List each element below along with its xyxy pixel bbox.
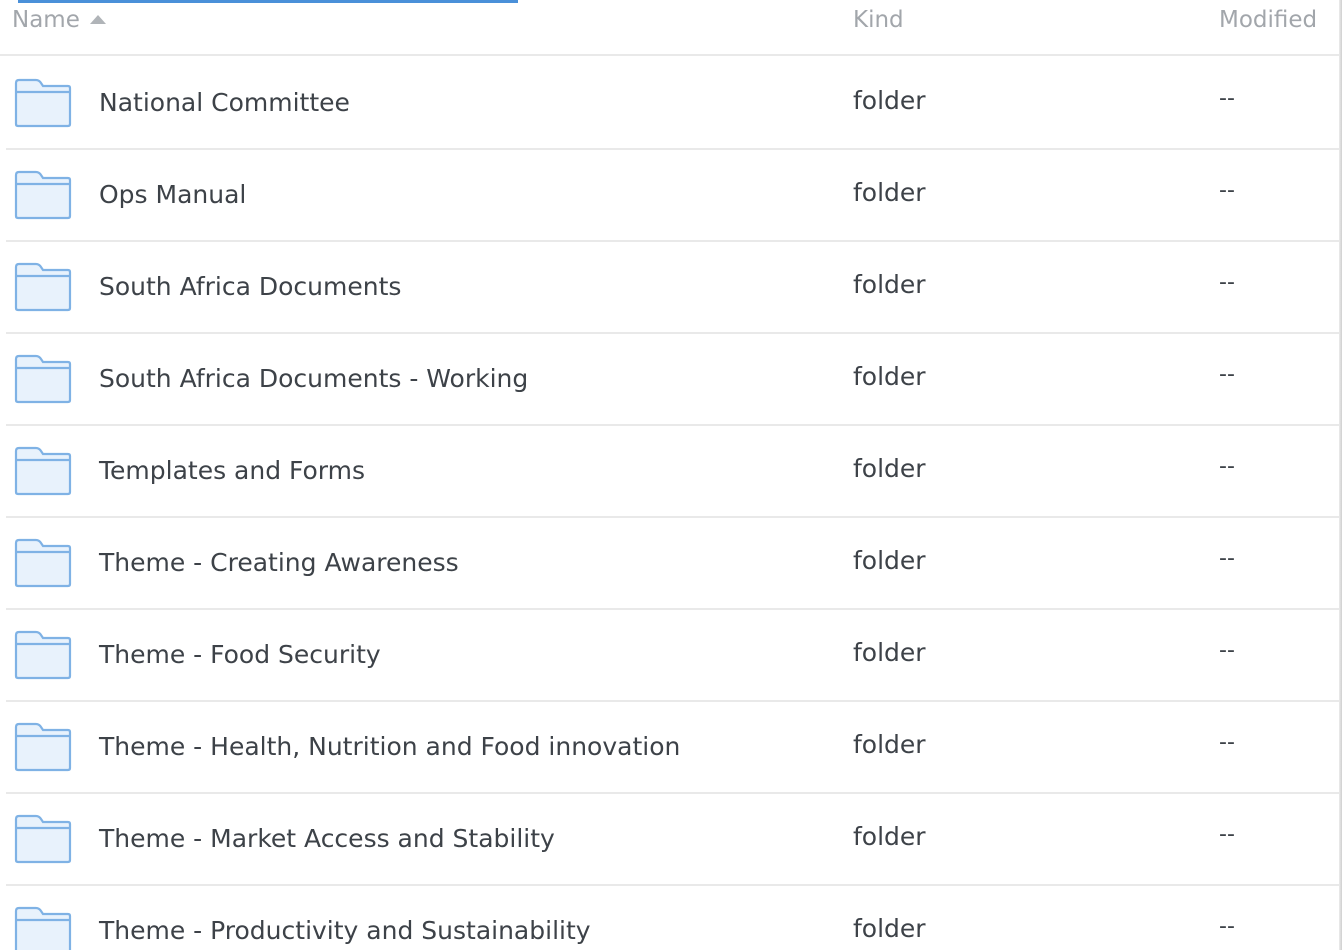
- row-kind: folder: [853, 362, 926, 391]
- row-kind: folder: [853, 730, 926, 759]
- table-row[interactable]: Theme - Health, Nutrition and Food innov…: [6, 702, 1339, 794]
- row-kind: folder: [853, 454, 926, 483]
- column-header-name-label: Name: [12, 7, 80, 33]
- folder-icon: [14, 354, 72, 404]
- folder-icon: [14, 78, 72, 128]
- table-row[interactable]: Theme - Creating Awareness folder --: [6, 518, 1339, 610]
- row-kind: folder: [853, 86, 926, 115]
- row-modified: --: [1219, 454, 1235, 479]
- row-kind: folder: [853, 914, 926, 943]
- table-row[interactable]: Theme - Market Access and Stability fold…: [6, 794, 1339, 886]
- table-row[interactable]: Templates and Forms folder --: [6, 426, 1339, 518]
- row-modified: --: [1219, 270, 1235, 295]
- column-header-kind[interactable]: Kind: [853, 6, 904, 34]
- row-name[interactable]: South Africa Documents: [99, 272, 401, 301]
- row-modified: --: [1219, 86, 1235, 111]
- folder-icon: [14, 814, 72, 864]
- table-row[interactable]: South Africa Documents folder --: [6, 242, 1339, 334]
- folder-icon: [14, 262, 72, 312]
- column-header-bar: Name Kind Modified: [0, 0, 1339, 56]
- row-modified: --: [1219, 822, 1235, 847]
- folder-icon: [14, 538, 72, 588]
- column-header-name[interactable]: Name: [12, 6, 106, 34]
- row-modified: --: [1219, 914, 1235, 939]
- row-kind: folder: [853, 822, 926, 851]
- row-name[interactable]: Ops Manual: [99, 180, 246, 209]
- row-kind: folder: [853, 270, 926, 299]
- folder-list: National Committee folder -- Ops Manual …: [0, 58, 1339, 950]
- row-modified: --: [1219, 546, 1235, 571]
- row-modified: --: [1219, 638, 1235, 663]
- row-kind: folder: [853, 546, 926, 575]
- file-list-view: Name Kind Modified National Committee fo…: [0, 0, 1342, 950]
- table-row[interactable]: Theme - Productivity and Sustainability …: [6, 886, 1339, 950]
- folder-icon: [14, 446, 72, 496]
- folder-icon: [14, 906, 72, 950]
- row-kind: folder: [853, 638, 926, 667]
- row-name[interactable]: National Committee: [99, 88, 350, 117]
- row-name[interactable]: Templates and Forms: [99, 456, 365, 485]
- row-modified: --: [1219, 362, 1235, 387]
- folder-icon: [14, 170, 72, 220]
- row-modified: --: [1219, 178, 1235, 203]
- row-modified: --: [1219, 730, 1235, 755]
- table-row[interactable]: Ops Manual folder --: [6, 150, 1339, 242]
- folder-icon: [14, 722, 72, 772]
- column-header-modified[interactable]: Modified: [1219, 6, 1317, 34]
- table-row[interactable]: Theme - Food Security folder --: [6, 610, 1339, 702]
- folder-icon: [14, 630, 72, 680]
- row-name[interactable]: Theme - Market Access and Stability: [99, 824, 555, 853]
- row-name[interactable]: Theme - Food Security: [99, 640, 381, 669]
- row-kind: folder: [853, 178, 926, 207]
- row-name[interactable]: Theme - Creating Awareness: [99, 548, 459, 577]
- row-name[interactable]: South Africa Documents - Working: [99, 364, 528, 393]
- row-name[interactable]: Theme - Productivity and Sustainability: [99, 916, 591, 945]
- sort-ascending-icon: [89, 15, 106, 24]
- table-row[interactable]: National Committee folder --: [6, 58, 1339, 150]
- row-name[interactable]: Theme - Health, Nutrition and Food innov…: [99, 732, 680, 761]
- table-row[interactable]: South Africa Documents - Working folder …: [6, 334, 1339, 426]
